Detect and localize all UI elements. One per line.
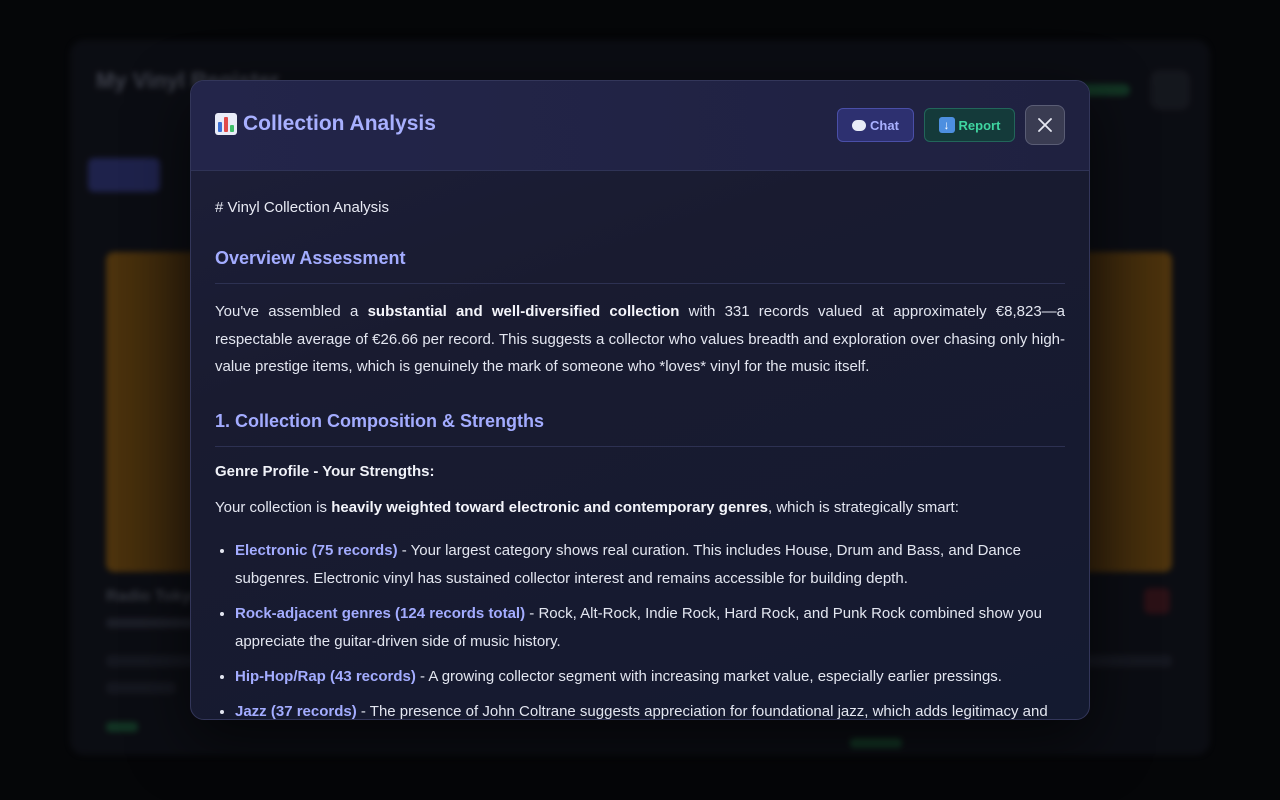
overview-paragraph: You've assembled a substantial and well-… — [215, 303, 1065, 375]
price-tag — [106, 722, 138, 732]
document-heading: # Vinyl Collection Analysis — [215, 199, 389, 216]
analysis-modal: Collection Analysis Chat ↓ Report # Viny… — [190, 80, 1090, 720]
delete-icon — [1144, 588, 1170, 614]
bar-chart-icon — [215, 113, 237, 135]
section-heading-composition: 1. Collection Composition & Strengths — [215, 411, 1065, 447]
chat-button-label: Chat — [870, 117, 899, 133]
menu-icon — [1150, 70, 1190, 110]
chat-button[interactable]: Chat — [837, 108, 914, 142]
list-item: Rock-adjacent genres (124 records total)… — [235, 600, 1065, 656]
report-button-label: Report — [958, 117, 1001, 133]
close-button[interactable] — [1025, 105, 1065, 145]
list-item: Hip-Hop/Rap (43 records) - A growing col… — [235, 663, 1065, 691]
modal-header: Collection Analysis Chat ↓ Report — [191, 81, 1089, 171]
section-heading-overview: Overview Assessment — [215, 248, 1065, 284]
genre-profile-heading: Genre Profile - Your Strengths: — [215, 462, 435, 480]
speech-bubble-icon — [852, 119, 867, 131]
download-icon: ↓ — [938, 117, 955, 133]
analysis-content[interactable]: # Vinyl Collection Analysis Overview Ass… — [215, 171, 1065, 719]
value-tag — [850, 738, 902, 748]
modal-title-text: Collection Analysis — [243, 112, 436, 135]
album-meta-2 — [106, 682, 176, 694]
composition-paragraph: Your collection is heavily weighted towa… — [215, 498, 959, 516]
report-button[interactable]: ↓ Report — [924, 108, 1015, 142]
album-title: Radio Tokyo — [106, 588, 201, 605]
close-icon — [1038, 118, 1052, 132]
tab-active — [88, 158, 160, 192]
list-item: Jazz (37 records) - The presence of John… — [235, 698, 1065, 719]
genre-list: Electronic (75 records) - Your largest c… — [215, 537, 1065, 719]
modal-title: Collection Analysis — [215, 112, 436, 136]
list-item: Electronic (75 records) - Your largest c… — [235, 537, 1065, 593]
